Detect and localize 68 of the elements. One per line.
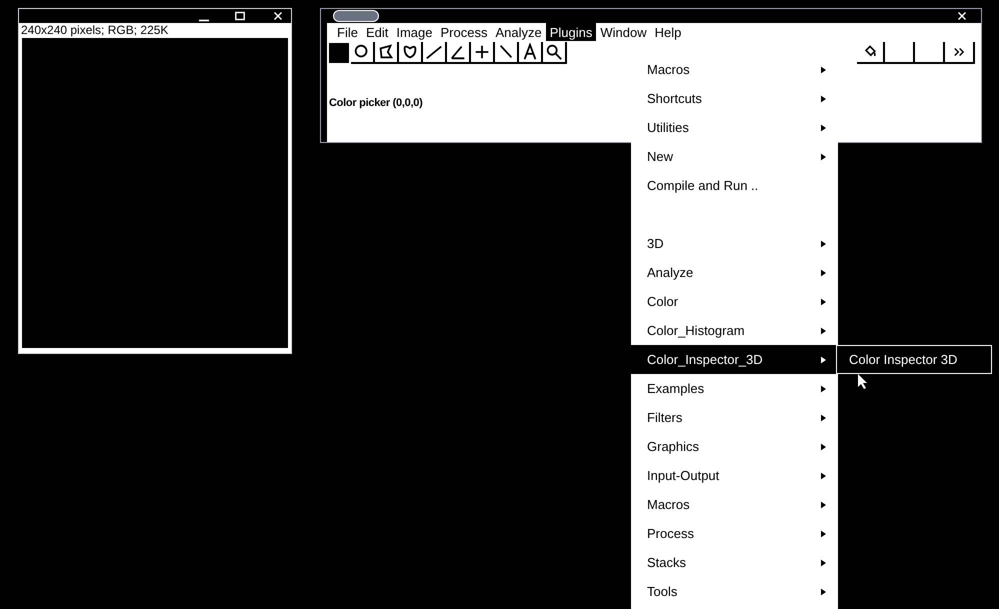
- status-text: Color picker (0,0,0): [328, 96, 423, 112]
- tool-button[interactable]: [495, 42, 519, 64]
- image-info: 240x240 pixels; RGB; 225K: [21, 23, 170, 37]
- submenu-arrow-icon: [821, 240, 826, 248]
- tool-button[interactable]: [915, 42, 945, 64]
- submenu-arrow-icon: [821, 500, 826, 508]
- menu-entry[interactable]: Utilities: [631, 113, 838, 142]
- more-tools-button[interactable]: [945, 42, 975, 64]
- menu-entry[interactable]: Stacks: [631, 548, 838, 577]
- submenu-arrow-icon: [821, 268, 826, 276]
- menu-entry[interactable]: Examples: [631, 374, 838, 403]
- text-tool-icon: [521, 43, 539, 61]
- tool-button[interactable]: [857, 42, 885, 64]
- menu-entry[interactable]: Color_Inspector_3D: [631, 345, 838, 374]
- menu-entry[interactable]: Input-Output: [631, 461, 838, 490]
- submenu-arrow-icon: [821, 414, 826, 422]
- menu-entry[interactable]: Analyze: [631, 258, 838, 287]
- menu-item[interactable]: Analyze: [491, 23, 546, 41]
- submenu-arrow-icon: [821, 558, 826, 566]
- tool-button[interactable]: [399, 42, 423, 64]
- submenu-arrow-icon: [821, 356, 826, 364]
- menu-entry[interactable]: Color: [631, 287, 838, 316]
- menu-item[interactable]: Image: [392, 23, 436, 41]
- tool-button[interactable]: [375, 42, 399, 64]
- submenu-arrow-icon: [821, 124, 826, 132]
- menu-entry[interactable]: Color_Histogram: [631, 316, 838, 345]
- submenu-arrow-icon: [821, 384, 826, 392]
- tool-button[interactable]: [351, 42, 375, 64]
- submenu-arrow-icon: [821, 326, 826, 334]
- menu-entry[interactable]: Graphics: [631, 432, 838, 461]
- tool-button[interactable]: [543, 42, 567, 64]
- submenu-arrow-icon: [821, 298, 826, 306]
- crosshair-icon: [473, 43, 491, 61]
- menu-entry[interactable]: 3D: [631, 229, 838, 258]
- submenu-arrow-icon: [821, 94, 826, 102]
- menu-item[interactable]: Process: [436, 23, 492, 41]
- menu-item[interactable]: Help: [650, 23, 686, 41]
- menu-item[interactable]: Edit: [362, 23, 392, 41]
- freehand-tool-icon: [401, 43, 419, 61]
- maximize-icon: [233, 9, 247, 23]
- menu-entry[interactable]: Tools: [631, 577, 838, 606]
- submenu-arrow-icon: [821, 530, 826, 538]
- submenu-arrow-icon: [821, 442, 826, 450]
- submenu-arrow-icon: [821, 472, 826, 480]
- double-chevron-icon: [952, 45, 966, 59]
- angle-tool-icon: [449, 43, 467, 61]
- menu-item[interactable]: Plugins: [546, 23, 596, 41]
- polygon-tool-icon: [377, 43, 395, 61]
- magnifier-icon: [545, 43, 563, 61]
- line-tool-icon: [425, 43, 443, 61]
- submenu-arrow-icon: [821, 152, 826, 160]
- tool-button[interactable]: [519, 42, 543, 64]
- menu-item[interactable]: Window: [596, 23, 651, 41]
- tool-button[interactable]: [447, 42, 471, 64]
- menu-entry[interactable]: Process: [631, 519, 838, 548]
- menu-entry[interactable]: Macros: [631, 55, 838, 84]
- submenu-arrow-icon: [821, 588, 826, 596]
- tool-button[interactable]: [885, 42, 915, 64]
- menu-entry[interactable]: New: [631, 142, 838, 171]
- tool-button[interactable]: [423, 42, 447, 64]
- menu-item[interactable]: File: [333, 23, 362, 41]
- menu-entry[interactable]: Filters: [631, 403, 838, 432]
- submenu-arrow-icon: [821, 66, 826, 74]
- menu-entry[interactable]: Shortcuts: [631, 84, 838, 113]
- color-swatch[interactable]: [329, 43, 349, 63]
- tool-button[interactable]: [471, 42, 495, 64]
- menu-entry[interactable]: Compile and Run ..: [631, 171, 838, 200]
- menu-entry[interactable]: Macros: [631, 490, 838, 519]
